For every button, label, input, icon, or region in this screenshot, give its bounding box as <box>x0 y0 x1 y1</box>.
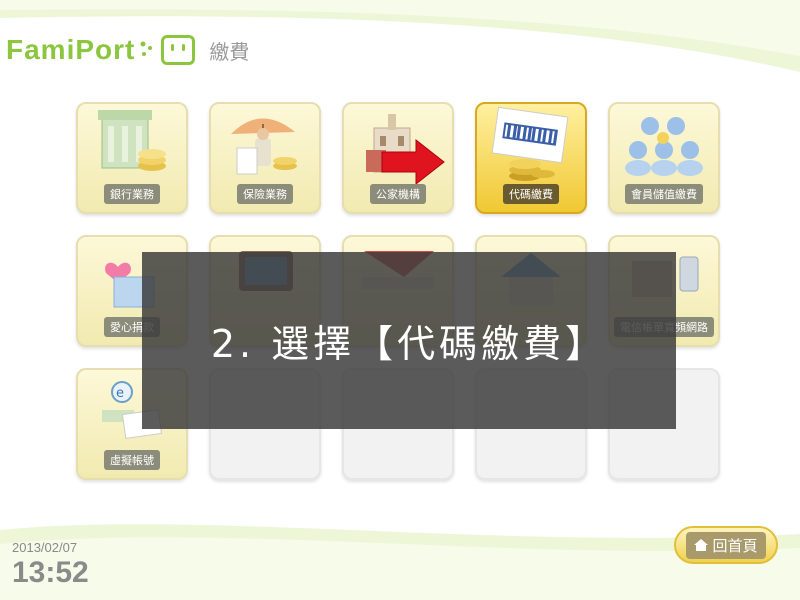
members-coins-icon <box>625 117 703 176</box>
home-button-label: 回首頁 <box>712 536 758 555</box>
current-date: 2013/02/07 <box>12 540 78 555</box>
logo-dots-icon <box>139 39 155 61</box>
tile-member-topup-payment[interactable]: 會員儲值繳費 <box>608 102 720 214</box>
home-button-inner: 回首頁 <box>686 531 766 559</box>
instruction-text: 2. 選擇【代碼繳費】 <box>210 322 608 366</box>
tile-government-agencies[interactable]: 公家機構 <box>342 102 454 214</box>
home-button[interactable]: 回首頁 <box>674 526 778 564</box>
page-title: 繳費 <box>209 39 250 64</box>
tile-code-payment[interactable]: 代碼繳費 <box>475 102 587 214</box>
current-time: 13:52 <box>12 556 89 589</box>
home-icon <box>694 539 709 551</box>
tile-label: 會員儲值繳費 <box>625 184 703 204</box>
smile-logo-icon <box>161 35 196 65</box>
tile-label: 保險業務 <box>237 184 293 204</box>
tile-label: 公家機構 <box>370 184 426 204</box>
tile-bank-services[interactable]: 銀行業務 <box>76 102 188 214</box>
famiport-logo: FamiPort 繳費 <box>6 30 249 70</box>
barcode-coins-icon <box>491 106 569 181</box>
logo-text: FamiPort <box>6 34 136 65</box>
bank-icon <box>98 110 166 171</box>
umbrella-icon <box>231 118 297 175</box>
instruction-overlay: 2. 選擇【代碼繳費】 <box>142 252 676 429</box>
government-building-icon <box>366 114 445 186</box>
tile-label: 銀行業務 <box>104 184 160 204</box>
tile-label: 虛擬帳號 <box>104 450 160 470</box>
tile-label: 代碼繳費 <box>503 184 559 204</box>
svg-text:e: e <box>116 386 124 401</box>
tile-insurance-services[interactable]: 保險業務 <box>209 102 321 214</box>
